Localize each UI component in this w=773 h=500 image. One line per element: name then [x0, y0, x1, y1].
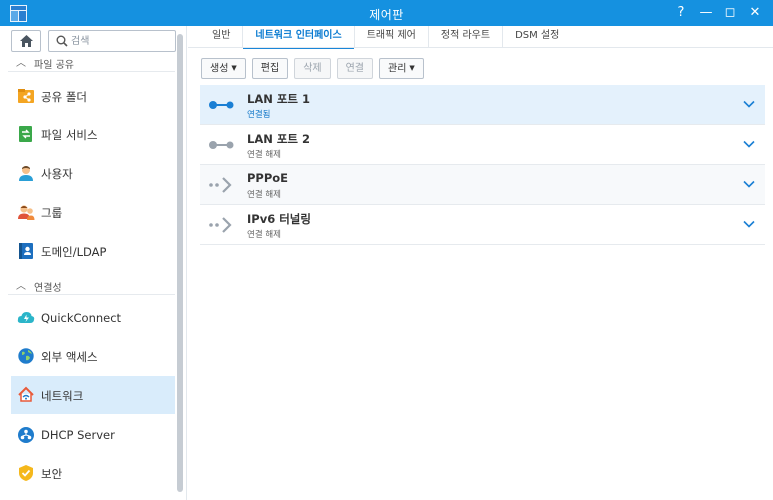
- dhcp-server-icon: [18, 427, 34, 443]
- chevron-down-icon[interactable]: [743, 138, 755, 150]
- main-panel: 일반 네트워크 인터페이스 트래픽 제어 정적 라우트 DSM 설정 생성 ▼ 편…: [188, 26, 773, 500]
- tab-dsm-settings[interactable]: DSM 설정: [503, 26, 571, 47]
- tab-network-interface[interactable]: 네트워크 인터페이스: [243, 26, 355, 49]
- interface-name: LAN 포트 1: [247, 92, 311, 106]
- interface-name: PPPoE: [247, 171, 289, 185]
- file-services-icon: [19, 126, 32, 142]
- lan-connected-icon: [209, 101, 234, 109]
- toolbar: 생성 ▼ 편집 삭제 연결 관리 ▼: [201, 58, 424, 80]
- dropdown-arrow-icon: ▼: [409, 64, 415, 72]
- interface-name: LAN 포트 2: [247, 132, 311, 146]
- interface-status: 연결 해제: [247, 190, 281, 200]
- sidebar-item-security[interactable]: 보안: [11, 454, 175, 492]
- chevron-down-icon[interactable]: [743, 98, 755, 110]
- chevron-down-icon[interactable]: [743, 178, 755, 190]
- shared-folder-icon: [18, 89, 34, 103]
- sidebar-item-dhcp-server[interactable]: DHCP Server: [11, 416, 175, 454]
- tabs-divider: [188, 47, 773, 48]
- tab-traffic-control[interactable]: 트래픽 제어: [355, 26, 429, 47]
- sidebar-item-group[interactable]: 그룹: [11, 193, 175, 231]
- sidebar: ︿ 파일 공유 공유 폴더 파일 서비스 사용자: [0, 26, 187, 500]
- interface-row-lan2[interactable]: LAN 포트 2 연결 해제: [200, 125, 765, 165]
- search-box[interactable]: [48, 30, 176, 52]
- sidebar-item-external-access[interactable]: 외부 액세스: [11, 337, 175, 375]
- tab-static-route[interactable]: 정적 라우트: [429, 26, 504, 47]
- security-icon: [19, 465, 33, 481]
- sidebar-item-label: 파일 서비스: [41, 128, 98, 142]
- minimize-button[interactable]: —: [697, 4, 715, 22]
- group-icon: [18, 205, 35, 220]
- connect-button[interactable]: 연결: [336, 58, 374, 79]
- title-bar: 제어판 ? — ◻ ✕: [0, 0, 773, 26]
- edit-button[interactable]: 편집: [251, 58, 289, 79]
- network-icon: [18, 386, 34, 402]
- sidebar-item-label: 네트워크: [41, 389, 84, 403]
- user-icon: [19, 166, 33, 181]
- delete-button[interactable]: 삭제: [294, 58, 331, 79]
- home-button[interactable]: [11, 30, 41, 52]
- help-button[interactable]: ?: [672, 4, 690, 22]
- interface-row-lan1[interactable]: LAN 포트 1 연결됨: [200, 85, 765, 125]
- create-button[interactable]: 생성 ▼: [201, 58, 246, 79]
- external-access-icon: [17, 347, 35, 365]
- sidebar-item-label: 그룹: [41, 206, 63, 220]
- dropdown-arrow-icon: ▼: [231, 64, 237, 72]
- search-input[interactable]: [71, 33, 171, 49]
- interface-status: 연결 해제: [247, 150, 281, 160]
- sidebar-item-label: 공유 폴더: [41, 90, 87, 104]
- maximize-button[interactable]: ◻: [721, 4, 739, 22]
- section-header-file-sharing[interactable]: ︿ 파일 공유: [0, 54, 175, 72]
- sidebar-item-label: 사용자: [41, 167, 73, 181]
- home-icon: [20, 35, 33, 47]
- tab-general[interactable]: 일반: [200, 26, 244, 47]
- sidebar-item-quickconnect[interactable]: QuickConnect: [11, 299, 175, 337]
- interface-status: 연결 해제: [247, 230, 281, 240]
- sidebar-item-label: 도메인/LDAP: [41, 245, 107, 259]
- sidebar-item-label: 외부 액세스: [41, 350, 98, 364]
- section-header-connectivity[interactable]: ︿ 연결성: [0, 277, 175, 295]
- sidebar-scrollbar[interactable]: [177, 34, 183, 492]
- sidebar-item-label: 보안: [41, 467, 63, 481]
- chevron-down-icon[interactable]: [743, 218, 755, 230]
- manage-button[interactable]: 관리 ▼: [379, 58, 424, 79]
- sidebar-item-label: DHCP Server: [41, 428, 115, 442]
- tab-bar: 일반 네트워크 인터페이스 트래픽 제어 정적 라우트 DSM 설정: [200, 26, 571, 49]
- sidebar-item-file-services[interactable]: 파일 서비스: [11, 115, 175, 153]
- collapse-caret-icon: ︿: [16, 58, 26, 69]
- domain-ldap-icon: [19, 243, 33, 259]
- sidebar-item-label: QuickConnect: [41, 311, 122, 325]
- pppoe-icon: [209, 177, 232, 193]
- sidebar-item-user[interactable]: 사용자: [11, 154, 175, 192]
- ipv6-tunnel-icon: [209, 217, 232, 233]
- window-title: 제어판: [369, 8, 404, 22]
- search-icon: [56, 35, 68, 47]
- lan-disconnected-icon: [209, 141, 234, 149]
- collapse-caret-icon: ︿: [16, 281, 26, 292]
- interface-status: 연결됨: [247, 110, 271, 120]
- sidebar-item-domain-ldap[interactable]: 도메인/LDAP: [11, 232, 175, 270]
- interface-row-pppoe[interactable]: PPPoE 연결 해제: [200, 165, 765, 205]
- interface-name: IPv6 터널링: [247, 212, 311, 226]
- close-button[interactable]: ✕: [746, 4, 764, 22]
- sidebar-item-shared-folder[interactable]: 공유 폴더: [11, 77, 175, 115]
- interface-row-ipv6-tunnel[interactable]: IPv6 터널링 연결 해제: [200, 205, 765, 245]
- sidebar-item-network[interactable]: 네트워크: [11, 376, 175, 414]
- quickconnect-icon: [17, 312, 35, 323]
